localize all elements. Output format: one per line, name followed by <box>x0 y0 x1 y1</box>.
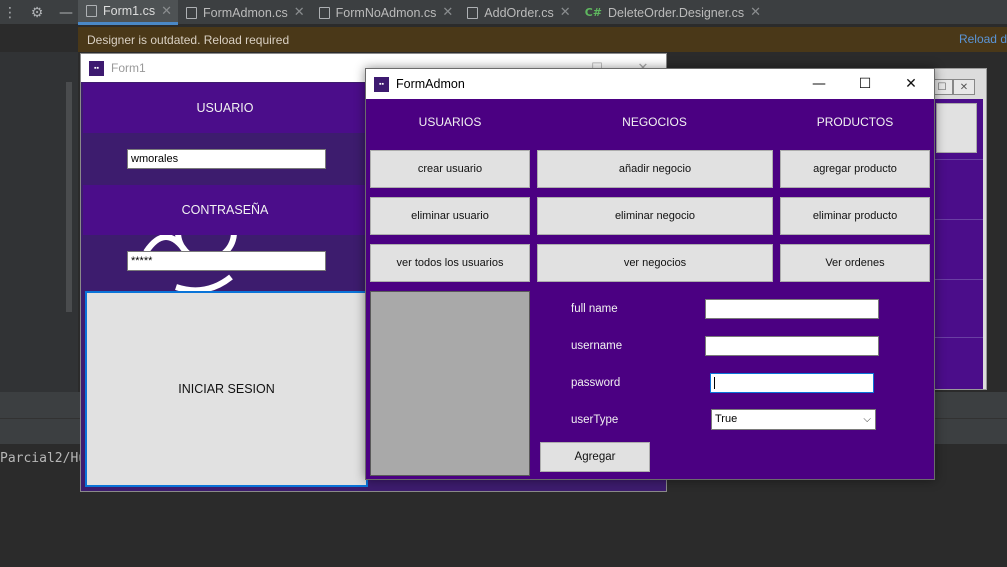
ver-ordenes-button[interactable]: Ver ordenes <box>780 244 930 282</box>
minimize-panel-icon[interactable]: — <box>54 0 78 25</box>
tab-label: FormNoAdmon.cs <box>335 5 437 20</box>
maximize-icon[interactable]: ☐ <box>842 69 888 99</box>
text-caret <box>714 377 715 389</box>
usuario-input[interactable]: wmorales <box>127 149 326 169</box>
close-icon[interactable]: ✕ <box>888 69 934 99</box>
tab-label: AddOrder.cs <box>484 5 554 20</box>
picture-box <box>370 291 530 476</box>
close-icon[interactable]: ✕ <box>560 5 571 20</box>
tab-label: DeleteOrder.Designer.cs <box>607 5 745 20</box>
anadir-negocio-button[interactable]: añadir negocio <box>537 150 773 188</box>
csharp-file-icon: C# <box>584 6 602 19</box>
form-file-icon <box>318 6 330 19</box>
eliminar-producto-button[interactable]: eliminar producto <box>780 197 930 235</box>
form1-title: Form1 <box>111 61 146 75</box>
chevron-down-icon[interactable]: ⌵ <box>863 410 871 429</box>
divider <box>931 159 983 160</box>
ide-tab-bar: ⋮ ⚙ — Form1.cs ✕ FormAdmon.cs ✕ FormNoAd… <box>0 0 1007 25</box>
agregar-producto-button[interactable]: agregar producto <box>780 150 930 188</box>
usuario-label: USUARIO <box>83 83 367 133</box>
iniciar-sesion-button[interactable]: INICIAR SESION <box>85 291 368 487</box>
form-file-icon <box>86 5 97 17</box>
split-icon[interactable]: ⋮ <box>0 0 20 25</box>
password-input[interactable] <box>710 373 874 393</box>
section-negocios: NEGOCIOS <box>622 115 687 129</box>
password-label: password <box>571 377 621 389</box>
minimize-icon[interactable]: — <box>796 69 842 99</box>
ver-usuarios-button[interactable]: ver todos los usuarios <box>370 244 530 282</box>
close-icon[interactable]: ✕ <box>750 5 761 20</box>
usertype-value: True <box>715 413 738 425</box>
app-icon: ▪▪ <box>374 76 389 92</box>
background-form-button[interactable] <box>936 103 977 153</box>
close-icon[interactable]: ✕ <box>294 5 305 20</box>
divider <box>931 219 983 220</box>
crear-usuario-button[interactable]: crear usuario <box>370 150 530 188</box>
designer-outdated-notification: Designer is outdated. Reload required Re… <box>78 27 1007 52</box>
background-form-window: ☐ ✕ <box>930 68 987 390</box>
formadmon-title: FormAdmon <box>396 77 465 91</box>
ide-left-toolbar: ⋮ ⚙ — <box>0 0 78 25</box>
eliminar-negocio-button[interactable]: eliminar negocio <box>537 197 773 235</box>
fullname-input[interactable] <box>705 299 879 319</box>
tab-label: Form1.cs <box>103 4 156 18</box>
tab-form1[interactable]: Form1.cs ✕ <box>78 0 178 25</box>
tab-formadmon[interactable]: FormAdmon.cs ✕ <box>178 0 311 25</box>
ver-negocios-button[interactable]: ver negocios <box>537 244 773 282</box>
divider <box>931 337 983 338</box>
agregar-button[interactable]: Agregar <box>540 442 650 472</box>
formadmon-window-buttons: — ☐ ✕ <box>796 69 934 99</box>
tab-deleteorder-designer[interactable]: C# DeleteOrder.Designer.cs ✕ <box>577 0 767 25</box>
notification-text: Designer is outdated. Reload required <box>87 32 290 47</box>
username-label: username <box>571 340 623 352</box>
form-file-icon <box>467 6 479 19</box>
formadmon-window: ▪▪ FormAdmon — ☐ ✕ USUARIOS NEGOCIOS PRO… <box>365 68 935 480</box>
reload-link[interactable]: Reload d <box>959 27 1007 52</box>
section-productos: PRODUCTOS <box>816 115 894 129</box>
app-icon: ▪▪ <box>89 60 104 76</box>
close-icon[interactable]: ✕ <box>442 5 453 20</box>
contrasena-input[interactable]: ***** <box>127 251 326 271</box>
tab-addorder[interactable]: AddOrder.cs ✕ <box>459 0 576 25</box>
tab-formnoadmon[interactable]: FormNoAdmon.cs ✕ <box>311 0 460 25</box>
ide-gutter <box>0 52 78 392</box>
close-icon[interactable]: ✕ <box>953 79 975 95</box>
username-input[interactable] <box>705 336 879 356</box>
eliminar-usuario-button[interactable]: eliminar usuario <box>370 197 530 235</box>
contrasena-label: CONTRASEÑA <box>83 185 367 235</box>
usertype-label: userType <box>571 414 619 426</box>
background-form-client <box>931 99 983 389</box>
scroll-strip <box>66 82 72 312</box>
usertype-select[interactable]: True ⌵ <box>711 409 876 430</box>
close-icon[interactable]: ✕ <box>161 4 172 19</box>
formadmon-client: USUARIOS NEGOCIOS PRODUCTOS crear usuari… <box>366 99 934 479</box>
tab-label: FormAdmon.cs <box>203 5 288 20</box>
section-usuarios: USUARIOS <box>418 115 482 129</box>
fullname-label: full name <box>571 303 618 315</box>
gear-icon[interactable]: ⚙ <box>20 0 54 25</box>
form-file-icon <box>186 6 197 19</box>
divider <box>931 279 983 280</box>
